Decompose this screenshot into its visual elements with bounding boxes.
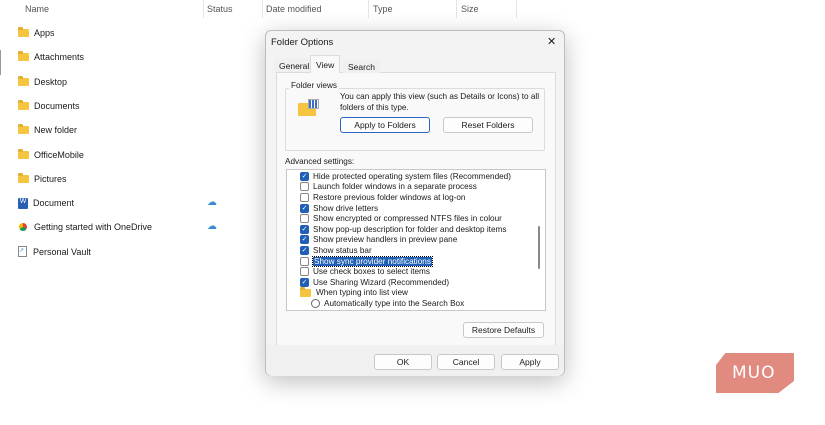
file-row[interactable]: W Document [18, 195, 74, 211]
muo-logo: MUO [716, 353, 794, 393]
file-row[interactable]: Attachments [18, 49, 84, 65]
column-type[interactable]: Type [373, 4, 393, 14]
checkbox[interactable] [300, 267, 309, 277]
muo-logo-text: MUO [732, 363, 776, 383]
column-date-modified[interactable]: Date modified [266, 4, 322, 14]
advanced-settings-label: Advanced settings: [285, 157, 355, 166]
folder-icon [18, 148, 29, 159]
folder-options-dialog: Folder Options ✕ General View Search Fol… [265, 30, 565, 376]
file-row[interactable]: Documents [18, 98, 80, 114]
folder-icon [18, 75, 29, 86]
folder-icon [18, 51, 29, 62]
checkbox[interactable] [300, 182, 309, 192]
file-name: Attachments [34, 52, 85, 63]
file-name: Personal Vault [33, 246, 91, 257]
apply-to-folders-button[interactable]: Apply to Folders [340, 117, 430, 133]
file-row[interactable]: Apps [18, 25, 55, 41]
checkbox[interactable]: ✓ [300, 171, 309, 181]
file-row[interactable]: OfficeMobile [18, 147, 84, 163]
folder-views-label: Folder views [289, 81, 339, 90]
restore-defaults-button[interactable]: Restore Defaults [463, 322, 544, 338]
setting-label: When typing into list view [316, 288, 408, 298]
checkbox[interactable]: ✓ [300, 224, 309, 234]
file-row[interactable]: New folder [18, 122, 77, 138]
setting-label: Restore previous folder windows at log-o… [313, 192, 466, 202]
file-name: Apps [34, 28, 55, 38]
setting-item[interactable]: Launch folder windows in a separate proc… [300, 182, 477, 193]
file-name: Pictures [34, 173, 67, 184]
cloud-icon: ☁ [207, 197, 217, 209]
file-name: Desktop [34, 76, 68, 87]
tab-search[interactable]: Search [343, 60, 380, 73]
folder-views-description: You can apply this view (such as Details… [340, 92, 540, 112]
folder-icon [300, 286, 311, 297]
cloud-icon: ☁ [207, 221, 217, 233]
cancel-button[interactable]: Cancel [437, 354, 495, 370]
folder-icon [18, 124, 29, 135]
sort-arrow-icon: ^ [110, 0, 114, 4]
file-name: Document [33, 198, 75, 209]
setting-item[interactable]: ✓ Show pop-up description for folder and … [300, 224, 506, 235]
setting-label: Show preview handlers in preview pane [313, 235, 458, 245]
file-name: Documents [34, 100, 80, 111]
shortcut-icon: ↗ [18, 246, 27, 258]
setting-item[interactable]: Automatically type into the Search Box [311, 298, 464, 309]
folder-icon [18, 172, 29, 183]
pane-divider [0, 50, 1, 75]
advanced-settings-list: ✓ Hide protected operating system files (… [286, 169, 546, 311]
file-row[interactable]: ↗ Personal Vault [18, 244, 91, 260]
folder-views-icon [298, 99, 320, 117]
checkbox[interactable] [300, 214, 309, 224]
setting-item[interactable]: ✓ Show preview handlers in preview pane [300, 235, 457, 246]
setting-label: Hide protected operating system files (R… [313, 171, 511, 181]
setting-label: Launch folder windows in a separate proc… [313, 182, 477, 192]
chrome-pdf-icon [19, 223, 27, 232]
setting-item[interactable]: Show sync provider notifications [300, 255, 433, 267]
checkbox[interactable]: ✓ [300, 235, 309, 245]
apply-button[interactable]: Apply [501, 354, 559, 370]
setting-label: Show status bar [313, 245, 372, 255]
setting-label: Use check boxes to select items [313, 267, 430, 277]
file-name: New folder [34, 125, 78, 136]
setting-label: Show pop-up description for folder and d… [313, 224, 507, 234]
setting-label: Show drive letters [313, 203, 379, 213]
checkbox[interactable]: ✓ [300, 245, 309, 255]
setting-label: Show sync provider notifications [312, 255, 433, 267]
file-row[interactable]: Desktop [18, 74, 67, 90]
setting-label: Use Sharing Wizard (Recommended) [313, 277, 450, 287]
scrollbar-thumb[interactable] [538, 226, 540, 269]
folder-icon [18, 27, 29, 37]
setting-item[interactable]: When typing into list view [300, 286, 408, 299]
checkbox[interactable]: ✓ [300, 277, 309, 287]
setting-item[interactable]: ✓ Show drive letters [300, 203, 378, 214]
checkbox[interactable] [300, 192, 309, 202]
file-row[interactable]: Getting started with OneDrive [18, 219, 152, 235]
setting-label: Automatically type into the Search Box [324, 298, 465, 308]
file-name: Getting started with OneDrive [34, 222, 153, 233]
file-name: OfficeMobile [34, 149, 84, 160]
folder-icon [18, 99, 29, 110]
column-status[interactable]: Status [207, 4, 233, 14]
tab-view[interactable]: View [310, 55, 341, 73]
reset-folders-button[interactable]: Reset Folders [443, 117, 533, 133]
dialog-title: Folder Options [271, 37, 334, 48]
setting-label: Show encrypted or compressed NTFS files … [313, 214, 502, 224]
checkbox[interactable] [300, 256, 309, 266]
column-size[interactable]: Size [461, 4, 479, 14]
setting-item[interactable]: Restore previous folder windows at log-o… [300, 192, 465, 203]
ok-button[interactable]: OK [374, 354, 432, 370]
setting-item[interactable]: ✓ Hide protected operating system files (… [300, 171, 511, 182]
setting-item[interactable]: Use check boxes to select items [300, 266, 430, 277]
checkbox[interactable]: ✓ [300, 203, 309, 213]
file-row[interactable]: Pictures [18, 171, 67, 187]
word-doc-icon: W [18, 197, 28, 209]
radio-button[interactable] [311, 298, 320, 308]
close-icon[interactable]: ✕ [547, 35, 556, 48]
setting-item[interactable]: Show encrypted or compressed NTFS files … [300, 213, 502, 224]
column-name[interactable]: Name [25, 4, 49, 14]
tab-general[interactable]: General [274, 58, 315, 73]
setting-item[interactable]: ✓ Show status bar [300, 245, 372, 256]
setting-item[interactable]: ✓ Use Sharing Wizard (Recommended) [300, 277, 449, 288]
